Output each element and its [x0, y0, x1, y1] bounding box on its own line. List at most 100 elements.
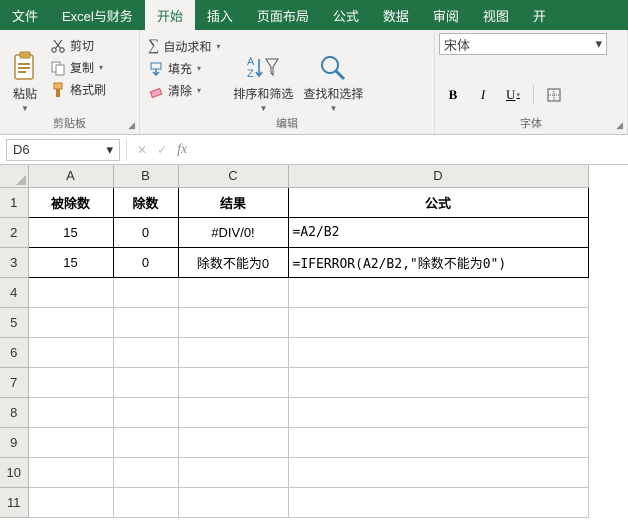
row-header[interactable]: 6: [0, 337, 28, 367]
cell[interactable]: [288, 397, 588, 427]
cell[interactable]: [28, 367, 113, 397]
cell-A1[interactable]: 被除数: [28, 187, 113, 217]
cell[interactable]: [178, 307, 288, 337]
cell[interactable]: [288, 337, 588, 367]
cell[interactable]: [178, 457, 288, 487]
row-header[interactable]: 2: [0, 217, 28, 247]
cell[interactable]: [113, 487, 178, 517]
autosum-button[interactable]: ∑ 自动求和 ▾: [144, 35, 224, 57]
row-header[interactable]: 1: [0, 187, 28, 217]
row-header[interactable]: 9: [0, 427, 28, 457]
cell[interactable]: [113, 277, 178, 307]
copy-button[interactable]: 复制 ▾: [46, 57, 110, 78]
cell-A2[interactable]: 15: [28, 217, 113, 247]
cell[interactable]: [28, 457, 113, 487]
cell[interactable]: [178, 397, 288, 427]
spreadsheet-grid[interactable]: A B C D 1 被除数 除数 结果 公式 2 15 0 #DIV/0! =A…: [0, 165, 628, 527]
clear-button[interactable]: 清除 ▾: [144, 80, 224, 101]
dialog-launcher-icon[interactable]: ◢: [128, 118, 135, 132]
fx-icon[interactable]: fx: [177, 142, 187, 158]
cell[interactable]: [178, 337, 288, 367]
cut-button[interactable]: 剪切: [46, 35, 110, 56]
eraser-icon: [148, 83, 164, 99]
cell-C1[interactable]: 结果: [178, 187, 288, 217]
paste-button[interactable]: 粘贴 ▼: [4, 33, 46, 115]
cell-A3[interactable]: 15: [28, 247, 113, 277]
tab-insert[interactable]: 插入: [195, 0, 245, 30]
find-select-button[interactable]: 查找和选择 ▼: [298, 33, 368, 115]
tab-data[interactable]: 数据: [371, 0, 421, 30]
cell[interactable]: [178, 277, 288, 307]
cell-B2[interactable]: 0: [113, 217, 178, 247]
col-header-D[interactable]: D: [288, 165, 588, 187]
cell[interactable]: [113, 337, 178, 367]
name-box[interactable]: D6 ▾: [6, 139, 120, 161]
row-header[interactable]: 10: [0, 457, 28, 487]
cell[interactable]: [288, 427, 588, 457]
name-box-value: D6: [13, 142, 30, 157]
enter-icon[interactable]: ✓: [157, 143, 167, 157]
sort-filter-button[interactable]: AZ 排序和筛选 ▼: [228, 33, 298, 115]
tab-excel-finance[interactable]: Excel与财务: [50, 0, 145, 30]
row-header[interactable]: 11: [0, 487, 28, 517]
tab-more[interactable]: 开: [521, 0, 558, 30]
tab-review[interactable]: 审阅: [421, 0, 471, 30]
cell[interactable]: [113, 367, 178, 397]
cell[interactable]: [28, 337, 113, 367]
clear-label: 清除: [168, 82, 192, 99]
chevron-down-icon: ▼: [329, 104, 337, 113]
cell[interactable]: [178, 487, 288, 517]
cell[interactable]: [288, 277, 588, 307]
cell[interactable]: [288, 307, 588, 337]
sort-filter-label: 排序和筛选: [233, 85, 293, 102]
cell[interactable]: [113, 457, 178, 487]
cell-D1[interactable]: 公式: [288, 187, 588, 217]
cell[interactable]: [28, 307, 113, 337]
row-header[interactable]: 3: [0, 247, 28, 277]
cell[interactable]: [28, 487, 113, 517]
cell[interactable]: [28, 277, 113, 307]
bold-button[interactable]: B: [439, 83, 467, 107]
tab-page-layout[interactable]: 页面布局: [245, 0, 321, 30]
cell[interactable]: [28, 427, 113, 457]
cell[interactable]: [113, 307, 178, 337]
cell[interactable]: [288, 367, 588, 397]
chevron-down-icon: ▾: [595, 36, 602, 52]
row-header[interactable]: 5: [0, 307, 28, 337]
cancel-icon[interactable]: ✕: [137, 143, 147, 157]
cell[interactable]: [178, 367, 288, 397]
border-button[interactable]: [540, 83, 568, 107]
fill-button[interactable]: 填充 ▾: [144, 58, 224, 79]
col-header-C[interactable]: C: [178, 165, 288, 187]
cell[interactable]: [288, 487, 588, 517]
font-name-select[interactable]: 宋体 ▾: [439, 33, 607, 55]
chevron-down-icon: ▾: [99, 63, 103, 72]
formula-input[interactable]: [197, 139, 628, 161]
underline-button[interactable]: U▾: [499, 83, 527, 107]
format-painter-button[interactable]: 格式刷: [46, 79, 110, 100]
dialog-launcher-icon[interactable]: ◢: [616, 118, 623, 132]
cell[interactable]: [288, 457, 588, 487]
italic-button[interactable]: I: [469, 83, 497, 107]
brush-icon: [50, 82, 66, 98]
cell-B1[interactable]: 除数: [113, 187, 178, 217]
cell[interactable]: [113, 427, 178, 457]
cell[interactable]: [178, 427, 288, 457]
tab-file[interactable]: 文件: [0, 0, 50, 30]
row-header[interactable]: 8: [0, 397, 28, 427]
cell-C3[interactable]: 除数不能为0: [178, 247, 288, 277]
cell[interactable]: [113, 397, 178, 427]
cell-D2[interactable]: =A2/B2: [288, 217, 588, 247]
cell-D3[interactable]: =IFERROR(A2/B2,"除数不能为0"): [288, 247, 588, 277]
cell-B3[interactable]: 0: [113, 247, 178, 277]
cell[interactable]: [28, 397, 113, 427]
row-header[interactable]: 7: [0, 367, 28, 397]
cell-C2[interactable]: #DIV/0!: [178, 217, 288, 247]
tab-formulas[interactable]: 公式: [321, 0, 371, 30]
tab-home[interactable]: 开始: [145, 0, 195, 30]
select-all-cell[interactable]: [0, 165, 28, 187]
tab-view[interactable]: 视图: [471, 0, 521, 30]
row-header[interactable]: 4: [0, 277, 28, 307]
col-header-B[interactable]: B: [113, 165, 178, 187]
col-header-A[interactable]: A: [28, 165, 113, 187]
